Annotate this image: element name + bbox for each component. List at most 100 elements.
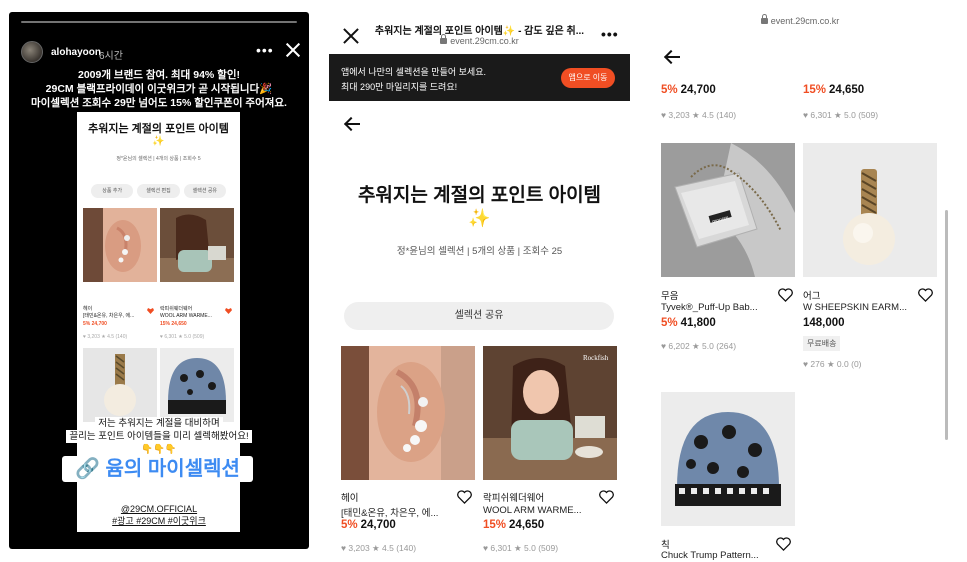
product-name[interactable]: Tyvek®_Puff-Up Bab... xyxy=(661,302,773,313)
product-brand[interactable]: 헤이 xyxy=(341,490,358,504)
product-grid-panel: event.29cm.co.kr 5% 24,700 ♥ 3,203 ★ 4.5 … xyxy=(642,0,958,562)
promo-line-1: 앱에서 나만의 셀렉션을 만들어 보세요. xyxy=(341,67,486,77)
mock-meta: 정*윤님의 셀렉션 | 4개의 상품 | 조회수 5 xyxy=(116,156,201,162)
discount-rate: 5% xyxy=(661,317,678,329)
story-panel: alohayoon 6시간 ••• 2009개 브랜드 참여. 최대 94% 할… xyxy=(0,0,317,562)
product-stats: ♥ 6,301 ★ 5.0 (509) xyxy=(803,110,879,120)
browser-url[interactable]: event.29cm.co.kr xyxy=(642,14,958,26)
price-value: 41,800 xyxy=(680,317,716,329)
product-brand[interactable]: 무음 xyxy=(661,288,678,302)
mock-product-brand: 락피쉬웨더웨어 xyxy=(160,306,193,312)
product-name[interactable]: WOOL ARM WARME... xyxy=(483,505,603,516)
product-stats: ♥ 3,203 ★ 4.5 (140) xyxy=(661,110,737,120)
link-sticker-text: 🔗 윰의 마이셀렉션 xyxy=(75,458,240,480)
free-shipping-badge: 무료배송 xyxy=(803,336,841,351)
product-price: 15% 24,650 xyxy=(483,519,544,531)
scrollbar[interactable] xyxy=(945,210,948,440)
product-stats: ♥ 6,202 ★ 5.0 (264) xyxy=(661,341,737,351)
heart-icon[interactable] xyxy=(776,537,791,551)
price-value: 24,700 xyxy=(680,84,716,96)
browser-page-title: 추워지는 계절의 포인트 아이템✨ - 감도 깊은 취... xyxy=(374,26,585,37)
product-stats: ♥ 3,203 ★ 4.5 (140) xyxy=(341,543,417,553)
mock-product-stat: ♥ 6,301 ★ 5.0 (509) xyxy=(160,334,205,340)
selection-page-panel: 추워지는 계절의 포인트 아이템✨ - 감도 깊은 취... event.29c… xyxy=(329,0,630,562)
product-name[interactable]: W SHEEPSKIN EARM... xyxy=(803,302,915,313)
mock-ear-image xyxy=(83,208,157,282)
mock-share-button: 셀렉션 공유 xyxy=(183,184,226,198)
product-brand[interactable]: 칙 xyxy=(661,537,670,551)
heart-icon[interactable] xyxy=(778,288,793,302)
product-price: 5% 24,700 xyxy=(341,519,396,531)
promo-line-2: 최대 290만 마일리지를 드려요! xyxy=(341,82,458,92)
banner-line: 2009개 브랜드 참여. 최대 94% 할인! xyxy=(9,68,309,82)
price-value: 24,650 xyxy=(829,84,865,96)
mock-product-price: 15% 24,650 xyxy=(160,321,187,327)
browser-url[interactable]: event.29cm.co.kr xyxy=(329,34,630,46)
story-frame: alohayoon 6시간 ••• 2009개 브랜드 참여. 최대 94% 할… xyxy=(9,12,309,549)
product-brand[interactable]: 어그 xyxy=(803,288,820,302)
mock-armwarmer-image xyxy=(160,208,234,282)
back-arrow-icon[interactable] xyxy=(345,118,361,130)
heart-icon xyxy=(225,308,232,314)
product-image-pouch[interactable]: mouom xyxy=(661,143,795,277)
product-price: 15% 24,650 xyxy=(803,84,864,96)
mock-product-price: 5% 24,700 xyxy=(83,321,107,327)
product-stats: ♥ 276 ★ 0.0 (0) xyxy=(803,359,862,369)
mock-product-stat: ♥ 3,203 ★ 4.5 (140) xyxy=(83,334,128,340)
link-sticker[interactable]: 🔗 윰의 마이셀렉션 xyxy=(62,456,253,482)
mock-product-name: [태민&온유, 차은우, 에... xyxy=(83,313,135,319)
mock-sparkle: ✨ xyxy=(152,136,165,147)
more-icon[interactable]: ••• xyxy=(601,26,619,42)
lock-icon xyxy=(440,34,448,44)
page-title: 추워지는 계절의 포인트 아이템 xyxy=(357,185,602,206)
back-arrow-icon[interactable] xyxy=(665,51,681,63)
banner-line: 마이셀렉션 조회수 29만 넘어도 15% 할인쿠폰이 주어져요. xyxy=(9,96,309,110)
close-icon[interactable] xyxy=(285,42,301,58)
product-price: 5% 41,800 xyxy=(661,317,716,329)
selection-meta: 정*윤님의 셀렉션 | 5개의 상품 | 조회수 25 xyxy=(396,246,563,257)
heart-icon[interactable] xyxy=(599,490,614,504)
app-promo-banner: 앱에서 나만의 셀렉션을 만들어 보세요. 최대 290만 마일리지를 드려요!… xyxy=(329,54,630,101)
product-name[interactable]: Chuck Trump Pattern... xyxy=(661,550,773,561)
discount-rate: 15% xyxy=(483,519,507,531)
discount-rate: 5% xyxy=(341,519,358,531)
product-image-beanie[interactable] xyxy=(661,392,795,526)
product-name[interactable]: [태민&온유, 차은우, 에... xyxy=(341,505,461,519)
mock-beanie-image xyxy=(160,348,234,422)
product-image-earmuff[interactable] xyxy=(803,143,937,277)
heart-icon[interactable] xyxy=(457,490,472,504)
svg-text:Rockfish: Rockfish xyxy=(583,354,609,362)
mock-product-brand: 헤이 xyxy=(83,306,93,312)
story-time: 6시간 xyxy=(99,51,123,62)
mock-buttons: 상품 추가 셀렉션 편집 셀렉션 공유 xyxy=(91,184,226,198)
price-value: 148,000 xyxy=(803,317,845,329)
product-price: 5% 24,700 xyxy=(661,84,716,96)
price-value: 24,650 xyxy=(509,519,545,531)
mock-product-name: WOOL ARM WARME... xyxy=(160,313,212,319)
mock-edit-button: 셀렉션 편집 xyxy=(137,184,180,198)
share-selection-button[interactable]: 셀렉션 공유 xyxy=(344,302,614,330)
product-image-armwarmer[interactable]: Rockfish xyxy=(483,346,617,480)
product-brand[interactable]: 락피쉬웨더웨어 xyxy=(483,490,544,504)
story-username[interactable]: alohayoon xyxy=(51,47,101,58)
url-text: event.29cm.co.kr xyxy=(770,16,840,26)
mock-title: 추워지는 계절의 포인트 아이템 xyxy=(88,123,229,135)
lock-icon xyxy=(760,14,768,24)
product-stats: ♥ 6,301 ★ 5.0 (509) xyxy=(483,543,559,553)
url-text: event.29cm.co.kr xyxy=(450,36,519,46)
caption-line: 👇👇👇 xyxy=(9,439,309,457)
banner-line: 29CM 블랙프라이데이 이굿위크가 곧 시작됩니다🎉 xyxy=(9,82,309,96)
mock-add-button: 상품 추가 xyxy=(91,184,134,198)
discount-rate: 15% xyxy=(803,84,827,96)
open-app-button[interactable]: 앱으로 이동 xyxy=(561,68,615,88)
more-icon[interactable]: ••• xyxy=(256,42,274,58)
story-progress-bar xyxy=(21,21,297,23)
sparkle-icon: ✨ xyxy=(468,208,491,228)
mock-earmuff-image xyxy=(83,348,157,422)
heart-icon xyxy=(147,308,154,314)
avatar[interactable] xyxy=(21,41,43,63)
product-image-earcuff[interactable] xyxy=(341,346,475,480)
hashtag-line[interactable]: #광고 #29CM #이굿위크 xyxy=(9,511,309,529)
heart-icon[interactable] xyxy=(918,288,933,302)
price-value: 24,700 xyxy=(360,519,396,531)
